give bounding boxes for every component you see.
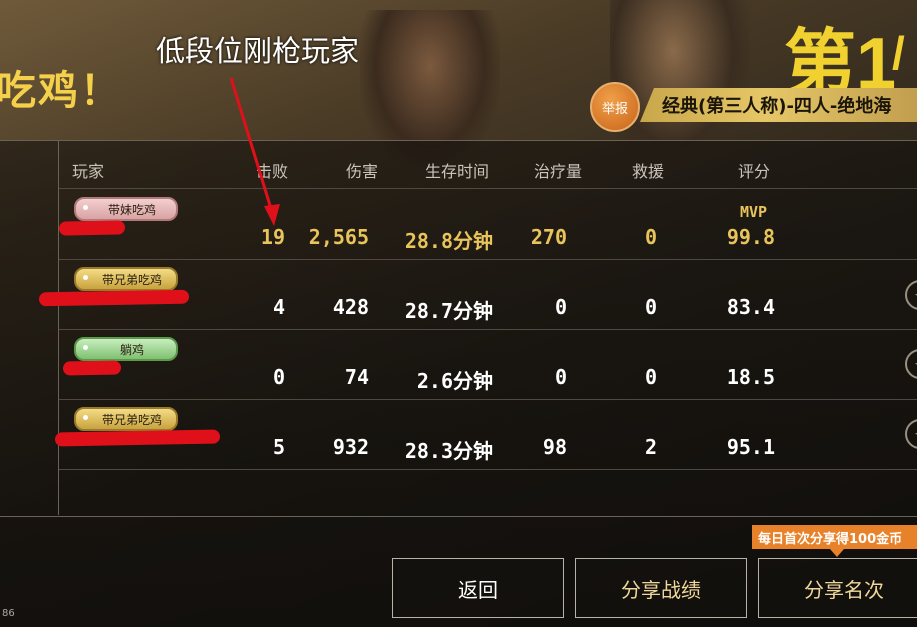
share-record-button[interactable]: 分享战绩 xyxy=(575,558,747,618)
col-header-survival: 生存时间 xyxy=(425,162,490,181)
player-tag: 带妹吃鸡 xyxy=(74,197,178,221)
rescue-value: 0 xyxy=(644,225,657,249)
player-tag: 带兄弟吃鸡 xyxy=(74,267,178,291)
game-mode-banner: 经典(第三人称)-四人-绝地海 xyxy=(640,88,917,122)
table-row[interactable]: 带妹吃鸡 19 2,565 28.8分钟 270 0 MVP 99.8 xyxy=(58,189,917,260)
kills-value: 0 xyxy=(272,365,285,389)
damage-value: 2,565 xyxy=(308,225,369,249)
rank-slash: / xyxy=(892,27,905,79)
survival-value: 2.6分钟 xyxy=(416,369,493,393)
redacted-name xyxy=(62,360,122,376)
result-title: 吃鸡！ xyxy=(0,68,122,114)
redacted-name xyxy=(58,220,126,236)
survival-value: 28.7分钟 xyxy=(404,299,493,323)
score-value: 83.4 xyxy=(726,295,775,319)
score-value: 95.1 xyxy=(726,435,775,459)
share-rank-button[interactable]: 分享名次 xyxy=(758,558,917,618)
kills-value: 19 xyxy=(260,225,285,249)
report-button[interactable]: 举报 xyxy=(590,82,640,132)
col-header-rescue: 救援 xyxy=(632,162,665,181)
survival-value: 28.8分钟 xyxy=(404,229,493,253)
rescue-value: 2 xyxy=(644,435,657,459)
score-value: 18.5 xyxy=(726,365,775,389)
rescue-value: 0 xyxy=(644,295,657,319)
player-tag: 躺鸡 xyxy=(74,337,178,361)
damage-value: 74 xyxy=(344,365,369,389)
back-button[interactable]: 返回 xyxy=(392,558,564,618)
heal-value: 270 xyxy=(530,225,567,249)
kills-value: 4 xyxy=(272,295,285,319)
annotation-text: 低段位刚枪玩家 xyxy=(156,34,360,68)
kills-value: 5 xyxy=(272,435,285,459)
col-header-damage: 伤害 xyxy=(346,162,379,181)
col-header-kills: 击败 xyxy=(256,162,289,181)
redacted-name xyxy=(54,429,221,447)
redacted-name xyxy=(38,289,190,307)
survival-value: 28.3分钟 xyxy=(404,439,493,463)
damage-value: 428 xyxy=(332,295,369,319)
damage-value: 932 xyxy=(332,435,369,459)
share-reward-tooltip: 每日首次分享得100金币 xyxy=(752,525,917,557)
heal-value: 0 xyxy=(554,295,567,319)
col-header-score: 评分 xyxy=(738,162,771,181)
col-header-heal: 治疗量 xyxy=(534,162,583,181)
corner-number: 86 xyxy=(2,608,15,619)
player-tag: 带兄弟吃鸡 xyxy=(74,407,178,431)
mvp-badge: MVP xyxy=(740,203,768,221)
heal-value: 98 xyxy=(542,435,567,459)
col-header-player: 玩家 xyxy=(72,162,105,181)
table-row[interactable]: 带兄弟吃鸡 4 428 28.7分钟 0 0 83.4 xyxy=(38,259,917,330)
table-row[interactable]: 躺鸡 0 74 2.6分钟 0 0 18.5 xyxy=(59,329,917,400)
score-value: 99.8 xyxy=(726,225,775,249)
rescue-value: 0 xyxy=(644,365,657,389)
heal-value: 0 xyxy=(554,365,567,389)
table-row[interactable]: 带兄弟吃鸡 5 932 28.3分钟 98 2 95.1 xyxy=(54,399,917,470)
